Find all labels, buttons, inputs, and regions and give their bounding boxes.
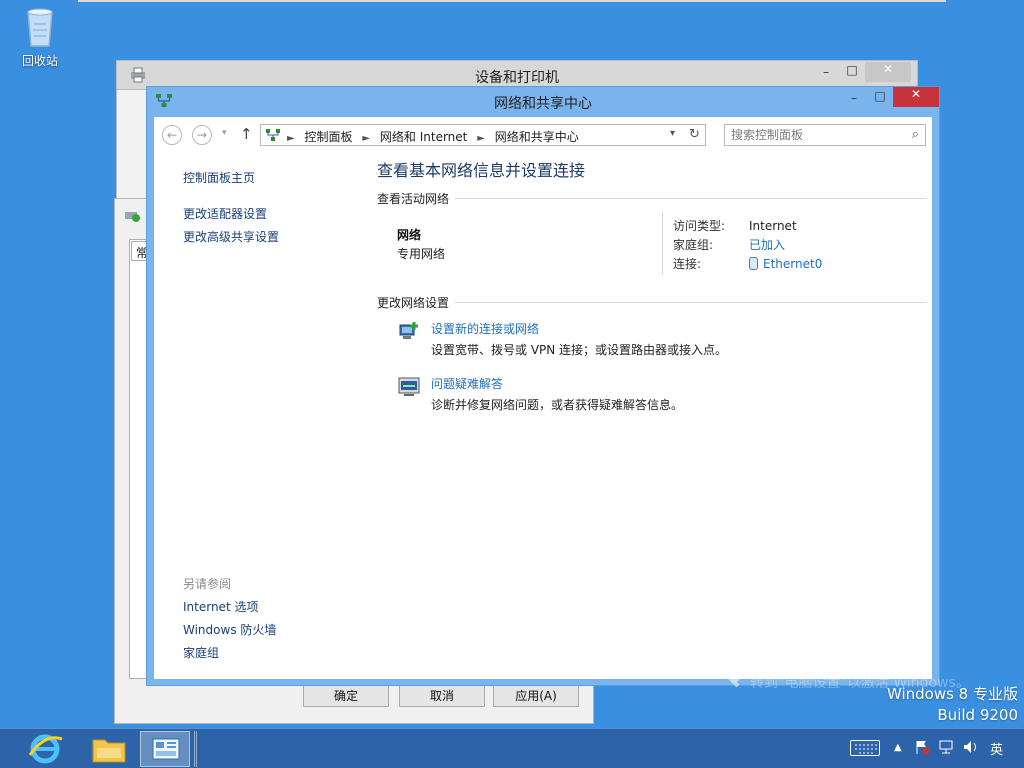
- recycle-bin[interactable]: 回收站: [14, 6, 66, 69]
- internet-options-link[interactable]: Internet 选项: [183, 598, 258, 615]
- devices-minimize-button[interactable]: –: [813, 65, 839, 85]
- action-center-flag-icon[interactable]: [914, 739, 930, 759]
- devices-maximize-button[interactable]: □: [839, 63, 865, 83]
- control-panel-home-link[interactable]: 控制面板主页: [183, 169, 255, 186]
- address-bar[interactable]: ► 控制面板 ► 网络和 Internet ► 网络和共享中心 ▾: [260, 124, 706, 146]
- breadcrumb-network-sharing[interactable]: 网络和共享中心: [495, 130, 579, 144]
- network-type-link[interactable]: 专用网络: [397, 245, 445, 262]
- breadcrumb-control-panel[interactable]: 控制面板: [305, 130, 353, 144]
- left-pane: 控制面板主页 更改适配器设置 更改高级共享设置 另请参阅 Internet 选项…: [154, 157, 364, 677]
- maximize-button[interactable]: □: [867, 89, 893, 109]
- window-title: 网络和共享中心: [494, 96, 592, 112]
- change-advanced-sharing-link[interactable]: 更改高级共享设置: [183, 228, 279, 245]
- new-connection-icon: [397, 319, 421, 343]
- search-box[interactable]: ⌕: [724, 124, 926, 146]
- breadcrumb-chevron-icon[interactable]: ►: [287, 133, 295, 144]
- network-sharing-center-window[interactable]: 网络和共享中心 – □ ✕ ← → ▾ ↑ ► 控制面板 ► 网络和 Inter…: [146, 86, 940, 686]
- close-button[interactable]: ✕: [893, 87, 939, 107]
- change-adapter-settings-link[interactable]: 更改适配器设置: [183, 205, 267, 222]
- homegroup-label: 家庭组:: [673, 238, 714, 252]
- navigation-bar: ← → ▾ ↑ ► 控制面板 ► 网络和 Internet ► 网络和共享中心 …: [154, 123, 932, 147]
- access-type-label: 访问类型:: [673, 219, 726, 233]
- setup-new-connection-desc: 设置宽带、拨号或 VPN 连接；或设置路由器或接入点。: [431, 343, 728, 357]
- touch-keyboard-icon[interactable]: [850, 740, 880, 756]
- search-icon[interactable]: ⌕: [912, 127, 919, 142]
- forward-icon[interactable]: →: [192, 125, 212, 145]
- access-type-value: Internet: [749, 219, 797, 233]
- homegroup-joined-link[interactable]: 已加入: [749, 238, 785, 252]
- devices-close-button[interactable]: ✕: [865, 62, 911, 82]
- printer-check-icon: [123, 207, 141, 223]
- taskbar: ▲ 英: [0, 728, 1024, 768]
- breadcrumb-chevron-icon[interactable]: ►: [362, 133, 370, 144]
- section-divider: [377, 198, 927, 199]
- file-explorer-icon[interactable]: [84, 731, 134, 767]
- ethernet-connection-link[interactable]: Ethernet0: [763, 257, 822, 271]
- apply-button[interactable]: 应用(A): [493, 685, 579, 707]
- setup-new-connection-link[interactable]: 设置新的连接或网络: [431, 320, 539, 337]
- network-name: 网络: [397, 228, 422, 242]
- control-panel-icon: [265, 128, 281, 142]
- troubleshoot-desc: 诊断并修复网络问题，或者获得疑难解答信息。: [431, 398, 684, 412]
- key-icon: [696, 644, 744, 692]
- recycle-bin-icon: [23, 6, 57, 48]
- ok-button[interactable]: 确定: [303, 685, 389, 707]
- volume-icon[interactable]: [962, 739, 980, 759]
- control-panel-taskbar-icon[interactable]: [140, 731, 190, 767]
- internet-explorer-icon[interactable]: [20, 731, 70, 767]
- windows-edition-label: Windows 8 专业版 Build 9200: [887, 684, 1018, 726]
- recycle-bin-label: 回收站: [21, 54, 58, 68]
- access-type-row: 访问类型: Internet: [673, 217, 797, 234]
- window-client-area: ← → ▾ ↑ ► 控制面板 ► 网络和 Internet ► 网络和共享中心 …: [154, 117, 932, 679]
- homegroup-link[interactable]: 家庭组: [183, 644, 219, 661]
- recent-pages-dropdown-icon[interactable]: ▾: [222, 128, 227, 138]
- up-arrow-icon[interactable]: ↑: [240, 125, 253, 143]
- troubleshoot-link[interactable]: 问题疑难解答: [431, 375, 503, 392]
- see-also-title: 另请参阅: [183, 577, 232, 591]
- connections-row: 连接: Ethernet0: [673, 255, 822, 272]
- devices-window-title: 设备和打印机: [475, 70, 559, 86]
- windows-firewall-link[interactable]: Windows 防火墙: [183, 621, 276, 638]
- address-dropdown-icon[interactable]: ▾: [670, 128, 675, 139]
- details-divider: [662, 212, 663, 274]
- devices-window-body: [116, 90, 146, 200]
- breadcrumb-network-internet[interactable]: 网络和 Internet: [380, 130, 467, 144]
- back-icon[interactable]: ←: [162, 125, 182, 145]
- taskbar-separator: [194, 731, 197, 767]
- connections-label: 连接:: [673, 257, 702, 271]
- top-window-edge: [78, 0, 946, 2]
- breadcrumb: ► 控制面板 ► 网络和 Internet ► 网络和共享中心: [287, 128, 585, 145]
- change-settings-label: 更改网络设置: [377, 294, 456, 311]
- section-divider: [377, 302, 927, 303]
- edition-name: Windows 8 专业版: [886, 685, 1018, 703]
- homegroup-row: 家庭组: 已加入: [673, 236, 785, 253]
- show-hidden-icons-icon[interactable]: ▲: [894, 742, 902, 753]
- active-networks-section: 查看活动网络: [377, 190, 927, 207]
- search-input[interactable]: [731, 127, 901, 143]
- watermark-title: 激活 Windows: [750, 650, 886, 674]
- active-networks-label: 查看活动网络: [377, 190, 456, 207]
- breadcrumb-chevron-icon[interactable]: ►: [477, 133, 485, 144]
- ethernet-icon: [749, 257, 758, 270]
- network-tray-icon[interactable]: [938, 739, 954, 759]
- minimize-button[interactable]: –: [841, 91, 867, 111]
- cancel-button[interactable]: 取消: [399, 685, 485, 707]
- change-settings-section: 更改网络设置: [377, 294, 927, 311]
- troubleshoot-icon: [397, 374, 421, 398]
- page-title: 查看基本网络信息并设置连接: [377, 161, 586, 180]
- refresh-icon[interactable]: ↻: [684, 124, 706, 146]
- build-number: Build 9200: [937, 706, 1018, 724]
- input-method-indicator[interactable]: 英: [990, 739, 1003, 758]
